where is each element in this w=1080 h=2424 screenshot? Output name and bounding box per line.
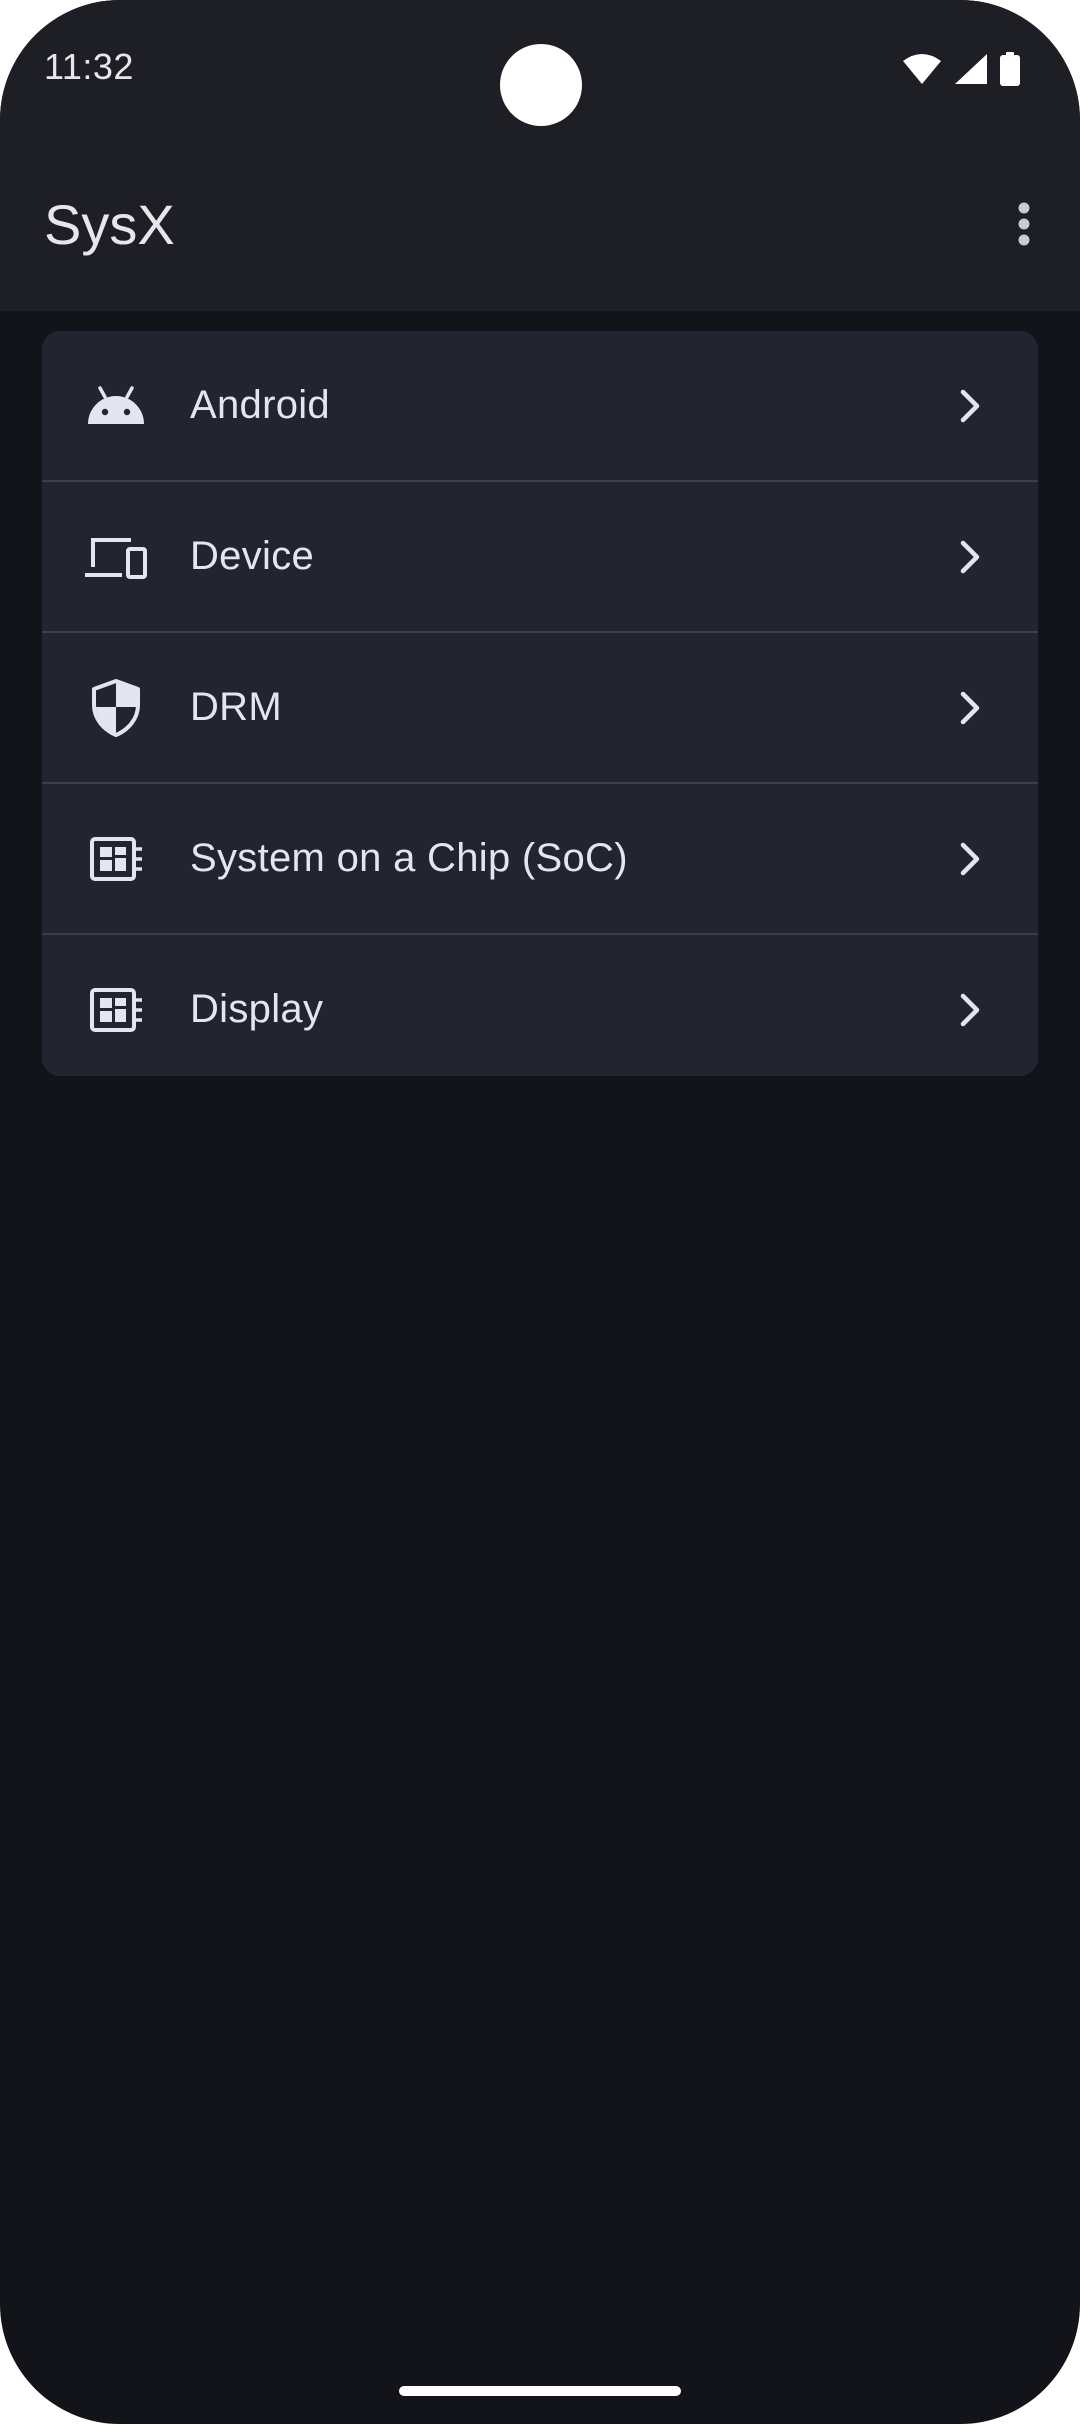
android-icon xyxy=(84,374,148,438)
menu-item-label: Device xyxy=(190,534,315,578)
chip-icon xyxy=(84,978,148,1042)
status-bar: 11:32 xyxy=(0,0,1080,140)
more-options-button[interactable] xyxy=(994,184,1054,268)
app-bar: SysX xyxy=(0,170,1080,282)
app-title: SysX xyxy=(44,193,175,256)
gesture-navigation-bar[interactable] xyxy=(399,2386,681,2396)
chevron-right-icon xyxy=(960,993,980,1026)
shield-icon xyxy=(84,676,148,740)
menu-item-label: Display xyxy=(190,987,324,1031)
menu-item-display[interactable]: Display xyxy=(42,933,1038,1076)
chevron-right-icon xyxy=(960,842,980,875)
status-icons xyxy=(902,52,1020,86)
phone-screen: 11:32 SysX Android Device DRM System on … xyxy=(0,0,1080,2424)
chip-icon xyxy=(84,827,148,891)
chevron-right-icon xyxy=(960,540,980,573)
devices-icon xyxy=(84,525,148,589)
menu-item-android[interactable]: Android xyxy=(42,331,1038,480)
menu-list: Android Device DRM System on a Chip (SoC… xyxy=(42,331,1038,1076)
menu-item-drm[interactable]: DRM xyxy=(42,631,1038,782)
menu-item-label: Android xyxy=(190,383,330,427)
status-time: 11:32 xyxy=(44,46,134,87)
cellular-signal-icon xyxy=(954,53,988,85)
menu-item-label: DRM xyxy=(190,685,282,729)
chevron-right-icon xyxy=(960,389,980,422)
wifi-icon xyxy=(902,53,942,85)
menu-item-device[interactable]: Device xyxy=(42,480,1038,631)
menu-item-label: System on a Chip (SoC) xyxy=(190,836,628,880)
chevron-right-icon xyxy=(960,691,980,724)
menu-item-soc[interactable]: System on a Chip (SoC) xyxy=(42,782,1038,933)
battery-icon xyxy=(1000,52,1020,86)
more-vert-icon xyxy=(1017,202,1031,251)
camera-cutout xyxy=(500,44,582,126)
